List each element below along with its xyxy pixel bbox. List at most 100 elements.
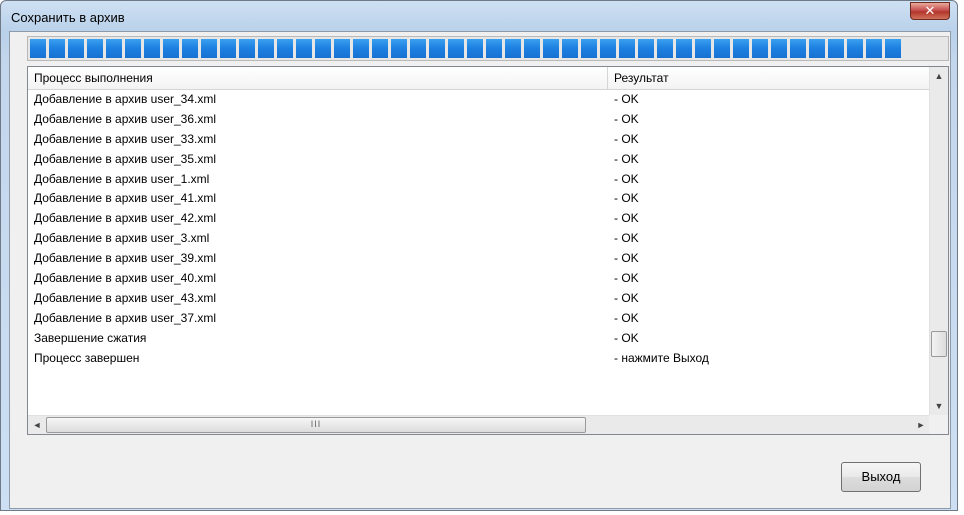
process-step-label: Процесс завершен xyxy=(34,350,140,365)
list-item[interactable]: Добавление в архив user_42.xml - OK xyxy=(28,209,930,229)
progress-segment xyxy=(562,39,578,58)
progress-segment xyxy=(638,39,654,58)
process-step-label: Добавление в архив user_1.xml xyxy=(34,171,210,186)
scroll-right-icon[interactable]: ► xyxy=(912,416,930,434)
result-label: - OK xyxy=(614,111,639,126)
close-icon: ✕ xyxy=(924,3,936,18)
process-step-label: Завершение сжатия xyxy=(34,330,147,345)
horizontal-scrollbar[interactable]: ◄ III ► xyxy=(28,415,930,434)
progress-segment xyxy=(714,39,730,58)
progress-bar xyxy=(27,36,949,61)
column-header-process[interactable]: Процесс выполнения xyxy=(28,67,608,89)
list-item[interactable]: Добавление в архив user_37.xml - OK xyxy=(28,309,930,329)
grip-icon: III xyxy=(310,419,322,429)
list-item[interactable]: Завершение сжатия - OK xyxy=(28,329,930,349)
process-step-label: Добавление в архив user_35.xml xyxy=(34,151,217,166)
progress-segment xyxy=(581,39,597,58)
list-item[interactable]: Добавление в архив user_39.xml - OK xyxy=(28,249,930,269)
result-label: - OK xyxy=(614,231,639,246)
process-step-label: Добавление в архив user_33.xml xyxy=(34,131,217,146)
progress-segment xyxy=(144,39,160,58)
list-item[interactable]: Добавление в архив user_40.xml - OK xyxy=(28,269,930,289)
progress-segment xyxy=(695,39,711,58)
process-list[interactable]: Процесс выполнения Результат Добавление … xyxy=(27,66,949,435)
scroll-down-icon[interactable]: ▼ xyxy=(930,397,948,415)
progress-segment xyxy=(752,39,768,58)
column-header-result[interactable]: Результат xyxy=(608,67,930,89)
result-label: - OK xyxy=(614,151,639,166)
progress-segment xyxy=(885,39,901,58)
progress-segment xyxy=(828,39,844,58)
vertical-scroll-thumb[interactable] xyxy=(931,331,947,357)
list-item[interactable]: Добавление в архив user_36.xml - OK xyxy=(28,110,930,130)
list-item[interactable]: Добавление в архив user_33.xml - OK xyxy=(28,130,930,150)
progress-segment xyxy=(619,39,635,58)
result-label: - OK xyxy=(614,290,639,305)
list-item[interactable]: Добавление в архив user_43.xml - OK xyxy=(28,289,930,309)
progress-segment xyxy=(182,39,198,58)
process-step-label: Добавление в архив user_42.xml xyxy=(34,211,217,226)
progress-segment xyxy=(505,39,521,58)
result-label: - OK xyxy=(614,191,639,206)
process-step-label: Добавление в архив user_43.xml xyxy=(34,290,217,305)
progress-segment xyxy=(68,39,84,58)
progress-segment xyxy=(106,39,122,58)
horizontal-scroll-thumb[interactable]: III xyxy=(46,417,586,433)
progress-segment xyxy=(87,39,103,58)
progress-segment xyxy=(258,39,274,58)
progress-segment xyxy=(201,39,217,58)
process-step-label: Добавление в архив user_3.xml xyxy=(34,231,210,246)
progress-segment xyxy=(809,39,825,58)
list-item[interactable]: Добавление в архив user_34.xml - OK xyxy=(28,90,930,110)
progress-segment xyxy=(239,39,255,58)
progress-segment xyxy=(49,39,65,58)
progress-segment xyxy=(790,39,806,58)
list-item[interactable]: Добавление в архив user_3.xml - OK xyxy=(28,229,930,249)
progress-segment xyxy=(125,39,141,58)
progress-segment xyxy=(334,39,350,58)
result-label: - OK xyxy=(614,211,639,226)
process-step-label: Добавление в архив user_39.xml xyxy=(34,251,217,266)
scroll-up-icon[interactable]: ▲ xyxy=(930,67,948,85)
process-step-label: Добавление в архив user_37.xml xyxy=(34,310,217,325)
process-step-label: Добавление в архив user_34.xml xyxy=(34,92,217,106)
progress-segment xyxy=(220,39,236,58)
progress-segment xyxy=(771,39,787,58)
progress-segment xyxy=(847,39,863,58)
title-bar[interactable]: Сохранить в архив ✕ xyxy=(1,1,957,31)
progress-segment xyxy=(30,39,46,58)
progress-segment xyxy=(429,39,445,58)
progress-segment xyxy=(676,39,692,58)
exit-button[interactable]: Выход xyxy=(841,462,921,492)
close-button[interactable]: ✕ xyxy=(910,2,950,20)
process-step-label: Добавление в архив user_41.xml xyxy=(34,191,217,206)
scrollbar-corner xyxy=(929,415,948,434)
result-label: - OK xyxy=(614,171,639,186)
progress-segment xyxy=(866,39,882,58)
result-label: - нажмите Выход xyxy=(614,350,709,365)
progress-segment xyxy=(657,39,673,58)
vertical-scrollbar[interactable]: ▲ ▼ xyxy=(929,67,948,415)
result-label: - OK xyxy=(614,251,639,266)
progress-segment xyxy=(277,39,293,58)
progress-segment xyxy=(410,39,426,58)
scroll-left-icon[interactable]: ◄ xyxy=(28,416,46,434)
list-header: Процесс выполнения Результат xyxy=(28,67,930,90)
list-item[interactable]: Процесс завершен - нажмите Выход xyxy=(28,349,930,369)
list-item[interactable]: Добавление в архив user_1.xml - OK xyxy=(28,170,930,190)
list-item[interactable]: Добавление в архив user_35.xml - OK xyxy=(28,150,930,170)
list-item[interactable]: Добавление в архив user_41.xml - OK xyxy=(28,189,930,209)
progress-segment xyxy=(486,39,502,58)
result-label: - OK xyxy=(614,310,639,325)
progress-segment xyxy=(391,39,407,58)
result-label: - OK xyxy=(614,131,639,146)
result-label: - OK xyxy=(614,330,639,345)
progress-segment xyxy=(600,39,616,58)
progress-segment xyxy=(467,39,483,58)
progress-segment xyxy=(353,39,369,58)
progress-segment xyxy=(163,39,179,58)
process-step-label: Добавление в архив user_40.xml xyxy=(34,271,217,286)
progress-segment xyxy=(733,39,749,58)
window-title: Сохранить в архив xyxy=(11,10,125,25)
list-rows: Добавление в архив user_34.xml - OK Добавл… xyxy=(28,90,930,368)
